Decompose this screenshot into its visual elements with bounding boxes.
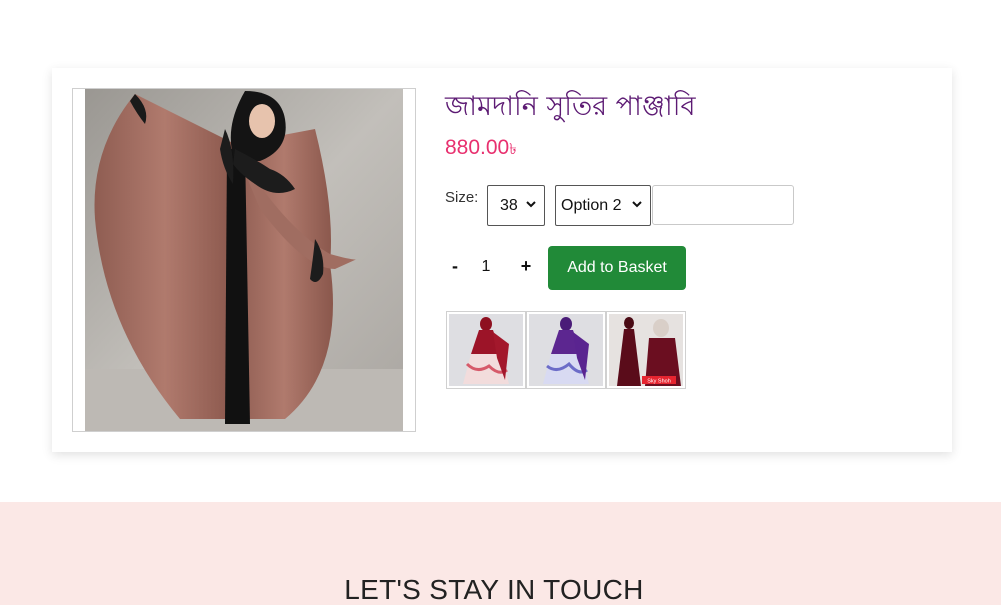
quantity-increase-button[interactable]: +	[519, 256, 533, 277]
currency-symbol: ৳	[509, 141, 517, 158]
size-select-value: 38	[500, 196, 518, 214]
size-label: Size:	[445, 189, 479, 206]
main-product-image[interactable]	[72, 88, 416, 432]
thumbnail-1[interactable]	[446, 311, 526, 389]
product-price: 880.00৳	[445, 136, 517, 163]
chevron-down-icon	[632, 201, 642, 208]
product-title: জামদানি সুতির পাঞ্জাবি	[445, 91, 696, 122]
quantity-value[interactable]: 1	[478, 258, 494, 276]
custom-text-input[interactable]	[652, 185, 794, 225]
add-to-basket-button[interactable]: Add to Basket	[548, 246, 686, 290]
newsletter-section: LET'S STAY IN TOUCH	[0, 502, 1001, 605]
thumbnail-2[interactable]	[526, 311, 606, 389]
price-value: 880.00	[445, 136, 510, 159]
product-card: জামদানি সুতির পাঞ্জাবি 880.00৳ Size: 38 …	[52, 68, 952, 452]
quantity-decrease-button[interactable]: -	[448, 256, 462, 277]
option-select-value: Option 2	[561, 196, 622, 214]
thumbnail-3[interactable]: Sky Shoh	[606, 311, 686, 389]
thumbnail-badge: Sky Shoh	[647, 379, 671, 385]
thumbnail-gallery: Sky Shoh	[446, 311, 686, 389]
size-select[interactable]: 38	[487, 185, 545, 226]
newsletter-title: LET'S STAY IN TOUCH	[344, 574, 644, 605]
option-select[interactable]: Option 2	[555, 185, 651, 226]
chevron-down-icon	[526, 201, 536, 208]
